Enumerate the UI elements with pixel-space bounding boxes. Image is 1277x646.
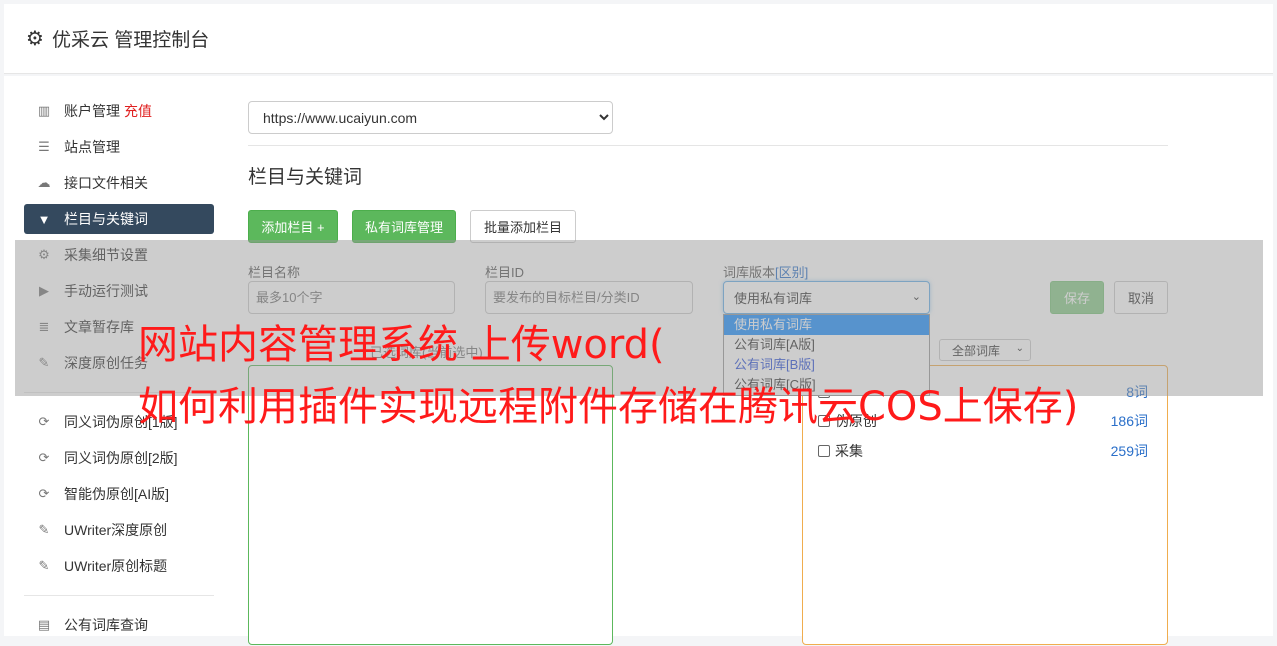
refresh-icon: ⟳ [38, 450, 50, 465]
recharge-link[interactable]: 充值 [124, 101, 152, 121]
watermark-line-1: 网站内容管理系统 上传word( [138, 322, 665, 368]
sidebar-item-sites[interactable]: ☰ 站点管理 [24, 132, 214, 162]
section-title: 栏目与关键词 [248, 167, 363, 188]
sidebar-item-label: 接口文件相关 [64, 175, 148, 191]
divider [248, 145, 1168, 146]
library-row[interactable]: 采集 259词 [818, 441, 1148, 461]
gear-icon: ⚙ [26, 28, 44, 50]
sidebar-item-label: 公有词库查询 [64, 617, 148, 633]
gray-overlay-band [15, 240, 1263, 396]
private-library-button[interactable]: 私有词库管理 [352, 210, 456, 243]
sidebar-item-synonym-v2[interactable]: ⟳ 同义词伪原创[2版] [24, 443, 214, 473]
sidebar-item-uwriter-deep[interactable]: ✎ UWriter深度原创 [24, 515, 214, 545]
refresh-icon: ⟳ [38, 486, 50, 501]
library-count: 186词 [1110, 413, 1148, 429]
sidebar-item-label: 智能伪原创[AI版] [64, 486, 170, 502]
edit-icon: ✎ [38, 522, 50, 537]
sidebar-item-interface-files[interactable]: ☁ 接口文件相关 [24, 168, 214, 198]
sidebar-item-label: 同义词伪原创[2版] [64, 450, 178, 466]
site-select[interactable]: https://www.ucaiyun.com [248, 101, 613, 134]
sidebar-item-label: 账户管理 [64, 103, 120, 119]
sidebar-item-ai-rewrite[interactable]: ⟳ 智能伪原创[AI版] [24, 479, 214, 509]
refresh-icon: ⟳ [38, 414, 50, 429]
top-bar: ⚙ 优采云 管理控制台 [4, 4, 1273, 74]
sidebar-item-label: 站点管理 [64, 139, 120, 155]
book-icon: ▤ [37, 617, 51, 632]
edit-icon: ✎ [38, 558, 50, 573]
library-count: 259词 [1110, 443, 1148, 459]
filter-icon: ▼ [37, 211, 51, 227]
sidebar-divider [24, 595, 214, 596]
server-icon: ☰ [38, 139, 50, 154]
bar-chart-icon: ▥ [37, 103, 51, 118]
cloud-upload-icon: ☁ [37, 175, 51, 190]
watermark-line-2: 如何利用插件实现远程附件存储在腾讯云COS上保存) [138, 384, 1079, 430]
library-checkbox[interactable] [818, 445, 830, 457]
sidebar-item-label: UWriter深度原创 [64, 522, 168, 538]
sidebar-item-columns-keywords[interactable]: ▼ 栏目与关键词 [24, 204, 214, 234]
page-title: 优采云 管理控制台 [51, 30, 210, 51]
add-column-button[interactable]: 添加栏目 + [248, 210, 338, 243]
library-name: 采集 [835, 443, 863, 459]
sidebar-item-account[interactable]: ▥ 账户管理 充值 [24, 96, 214, 126]
sidebar-item-uwriter-title[interactable]: ✎ UWriter原创标题 [24, 551, 214, 581]
sidebar-item-label: UWriter原创标题 [64, 558, 168, 574]
batch-add-column-button[interactable]: 批量添加栏目 [470, 210, 576, 243]
sidebar-item-label: 栏目与关键词 [64, 211, 148, 227]
